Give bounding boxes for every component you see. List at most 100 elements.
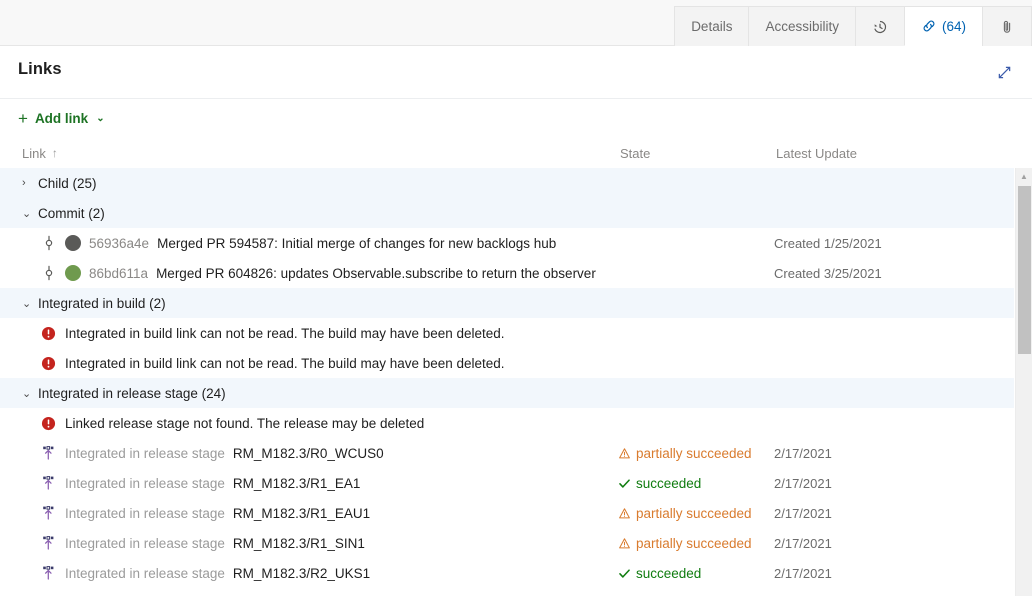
link-cell: Linked release stage not found. The rele…: [40, 416, 618, 431]
chevron-down-icon[interactable]: ⌄: [22, 297, 38, 310]
latest-update-cell: 2/17/2021: [774, 476, 1014, 491]
link-row[interactable]: Integrated in release stage RM_M182.3/R1_…: [0, 498, 1014, 528]
release-stage-prefix: Integrated in release stage: [65, 446, 225, 461]
state-cell: succeeded: [618, 566, 774, 581]
release-stage-name: RM_M182.3/R1_SIN1: [233, 536, 365, 551]
state-cell: partially succeeded: [618, 536, 774, 551]
chevron-down-icon[interactable]: ⌄: [22, 207, 38, 220]
tab-link[interactable]: (64): [904, 6, 982, 46]
release-stage-name: RM_M182.3/R2_UKS1: [233, 566, 370, 581]
status-badge: succeeded: [636, 476, 701, 491]
link-group-label: Integrated in build (2): [38, 296, 166, 311]
links-grid: ›Child (25)⌄Commit (2)56936a4eMerged PR …: [0, 168, 1014, 596]
chevron-down-icon[interactable]: ⌄: [22, 387, 38, 400]
links-toolbar: + Add link ⌄: [0, 99, 1032, 138]
link-row[interactable]: Linked release stage not found. The rele…: [0, 408, 1014, 438]
status-badge: partially succeeded: [636, 536, 752, 551]
tab-history[interactable]: [855, 6, 904, 46]
tab-label: Accessibility: [765, 19, 839, 34]
link-icon: [921, 18, 937, 34]
scroll-up-button[interactable]: ▲: [1016, 168, 1032, 185]
link-row[interactable]: 56936a4eMerged PR 594587: Initial merge …: [0, 228, 1014, 258]
chevron-down-icon: ⌄: [96, 113, 104, 124]
status-badge: partially succeeded: [636, 446, 752, 461]
latest-update-cell: 2/17/2021: [774, 536, 1014, 551]
release-stage-name: RM_M182.3/R1_EAU1: [233, 506, 370, 521]
scrollbar-thumb[interactable]: [1018, 186, 1031, 354]
column-header-state[interactable]: State: [620, 146, 776, 161]
link-group-row[interactable]: ⌄Commit (2): [0, 198, 1014, 228]
link-group-label: Integrated in release stage (24): [38, 386, 226, 401]
add-link-button[interactable]: + Add link ⌄: [18, 110, 105, 127]
release-icon: [40, 565, 57, 581]
status-badge: partially succeeded: [636, 506, 752, 521]
release-stage-prefix: Integrated in release stage: [65, 536, 225, 551]
tab-accessibility[interactable]: Accessibility: [748, 6, 855, 46]
column-header-latest-update[interactable]: Latest Update: [776, 146, 1032, 161]
vertical-scrollbar[interactable]: ▲: [1015, 168, 1032, 596]
link-group-row[interactable]: ⌄Integrated in build (2): [0, 288, 1014, 318]
status-badge: succeeded: [636, 566, 701, 581]
link-row[interactable]: Integrated in build link can not be read…: [0, 318, 1014, 348]
link-row[interactable]: Integrated in release stage RM_M182.3/R1_…: [0, 528, 1014, 558]
release-icon: [40, 445, 57, 461]
links-grid-wrapper: ›Child (25)⌄Commit (2)56936a4eMerged PR …: [0, 168, 1032, 596]
check-icon: [618, 567, 631, 580]
warning-icon: [618, 447, 631, 460]
commit-icon: [40, 235, 57, 251]
link-cell: Integrated in release stage RM_M182.3/R1_…: [40, 505, 618, 521]
release-stage-prefix: Integrated in release stage: [65, 476, 225, 491]
link-cell: Integrated in build link can not be read…: [40, 356, 618, 371]
link-error-message: Linked release stage not found. The rele…: [65, 416, 424, 431]
release-stage-prefix: Integrated in release stage: [65, 506, 225, 521]
link-row[interactable]: Integrated in release stage RM_M182.3/R0_…: [0, 438, 1014, 468]
commit-hash: 86bd611a: [89, 266, 148, 281]
column-header-link[interactable]: Link ↑: [22, 146, 620, 161]
link-row[interactable]: Integrated in release stageRM_M182.3/R2_…: [0, 588, 1014, 596]
error-icon: [40, 356, 57, 371]
latest-update-cell: 2/17/2021: [774, 446, 1014, 461]
expand-diagonal-icon[interactable]: [990, 58, 1018, 86]
release-icon: [40, 535, 57, 551]
link-cell: 86bd611a Merged PR 604826: updates Observ…: [40, 265, 618, 281]
tab-bar: Details Accessibility (64): [0, 0, 1032, 46]
commit-message: Merged PR 604826: updates Observable.sub…: [156, 266, 596, 281]
latest-update-cell: 2/17/2021: [774, 506, 1014, 521]
history-icon: [872, 19, 888, 35]
latest-update-cell: Created 1/25/2021: [774, 236, 1014, 251]
release-icon: [40, 475, 57, 491]
release-stage-name: RM_M182.3/R1_EA1: [233, 476, 361, 491]
sort-ascending-icon: ↑: [52, 146, 58, 160]
avatar: [65, 265, 81, 281]
link-error-message: Integrated in build link can not be read…: [65, 326, 505, 341]
chevron-right-icon[interactable]: ›: [22, 177, 38, 189]
links-panel-header: Links: [0, 46, 1032, 89]
tab-attachment[interactable]: [982, 6, 1032, 46]
error-icon: [40, 416, 57, 431]
link-row[interactable]: Integrated in release stage RM_M182.3/R1_…: [0, 468, 1014, 498]
link-cell: Integrated in release stage RM_M182.3/R1_…: [40, 535, 618, 551]
link-error-message: Integrated in build link can not be read…: [65, 356, 505, 371]
state-cell: partially succeeded: [618, 506, 774, 521]
link-group-label: Child (25): [38, 176, 97, 191]
link-row[interactable]: Integrated in build link can not be read…: [0, 348, 1014, 378]
link-cell: Integrated in release stage RM_M182.3/R0_…: [40, 445, 618, 461]
check-icon: [618, 477, 631, 490]
release-icon: [40, 505, 57, 521]
link-cell: Integrated in build link can not be read…: [40, 326, 618, 341]
link-cell: 56936a4eMerged PR 594587: Initial merge …: [40, 235, 618, 251]
latest-update-cell: Created 3/25/2021: [774, 266, 1014, 281]
link-group-row[interactable]: ›Child (25): [0, 168, 1014, 198]
link-row[interactable]: 86bd611a Merged PR 604826: updates Observ…: [0, 258, 1014, 288]
release-stage-prefix: Integrated in release stage: [65, 566, 225, 581]
page-title: Links: [18, 60, 1016, 79]
tab-details[interactable]: Details: [674, 6, 748, 46]
release-stage-name: RM_M182.3/R0_WCUS0: [233, 446, 384, 461]
link-row[interactable]: Integrated in release stage RM_M182.3/R2_…: [0, 558, 1014, 588]
link-cell: Integrated in release stage RM_M182.3/R2_…: [40, 565, 618, 581]
link-group-row[interactable]: ⌄Integrated in release stage (24): [0, 378, 1014, 408]
link-group-label: Commit (2): [38, 206, 105, 221]
commit-hash: 56936a4e: [89, 236, 149, 251]
commit-icon: [40, 265, 57, 281]
warning-icon: [618, 507, 631, 520]
